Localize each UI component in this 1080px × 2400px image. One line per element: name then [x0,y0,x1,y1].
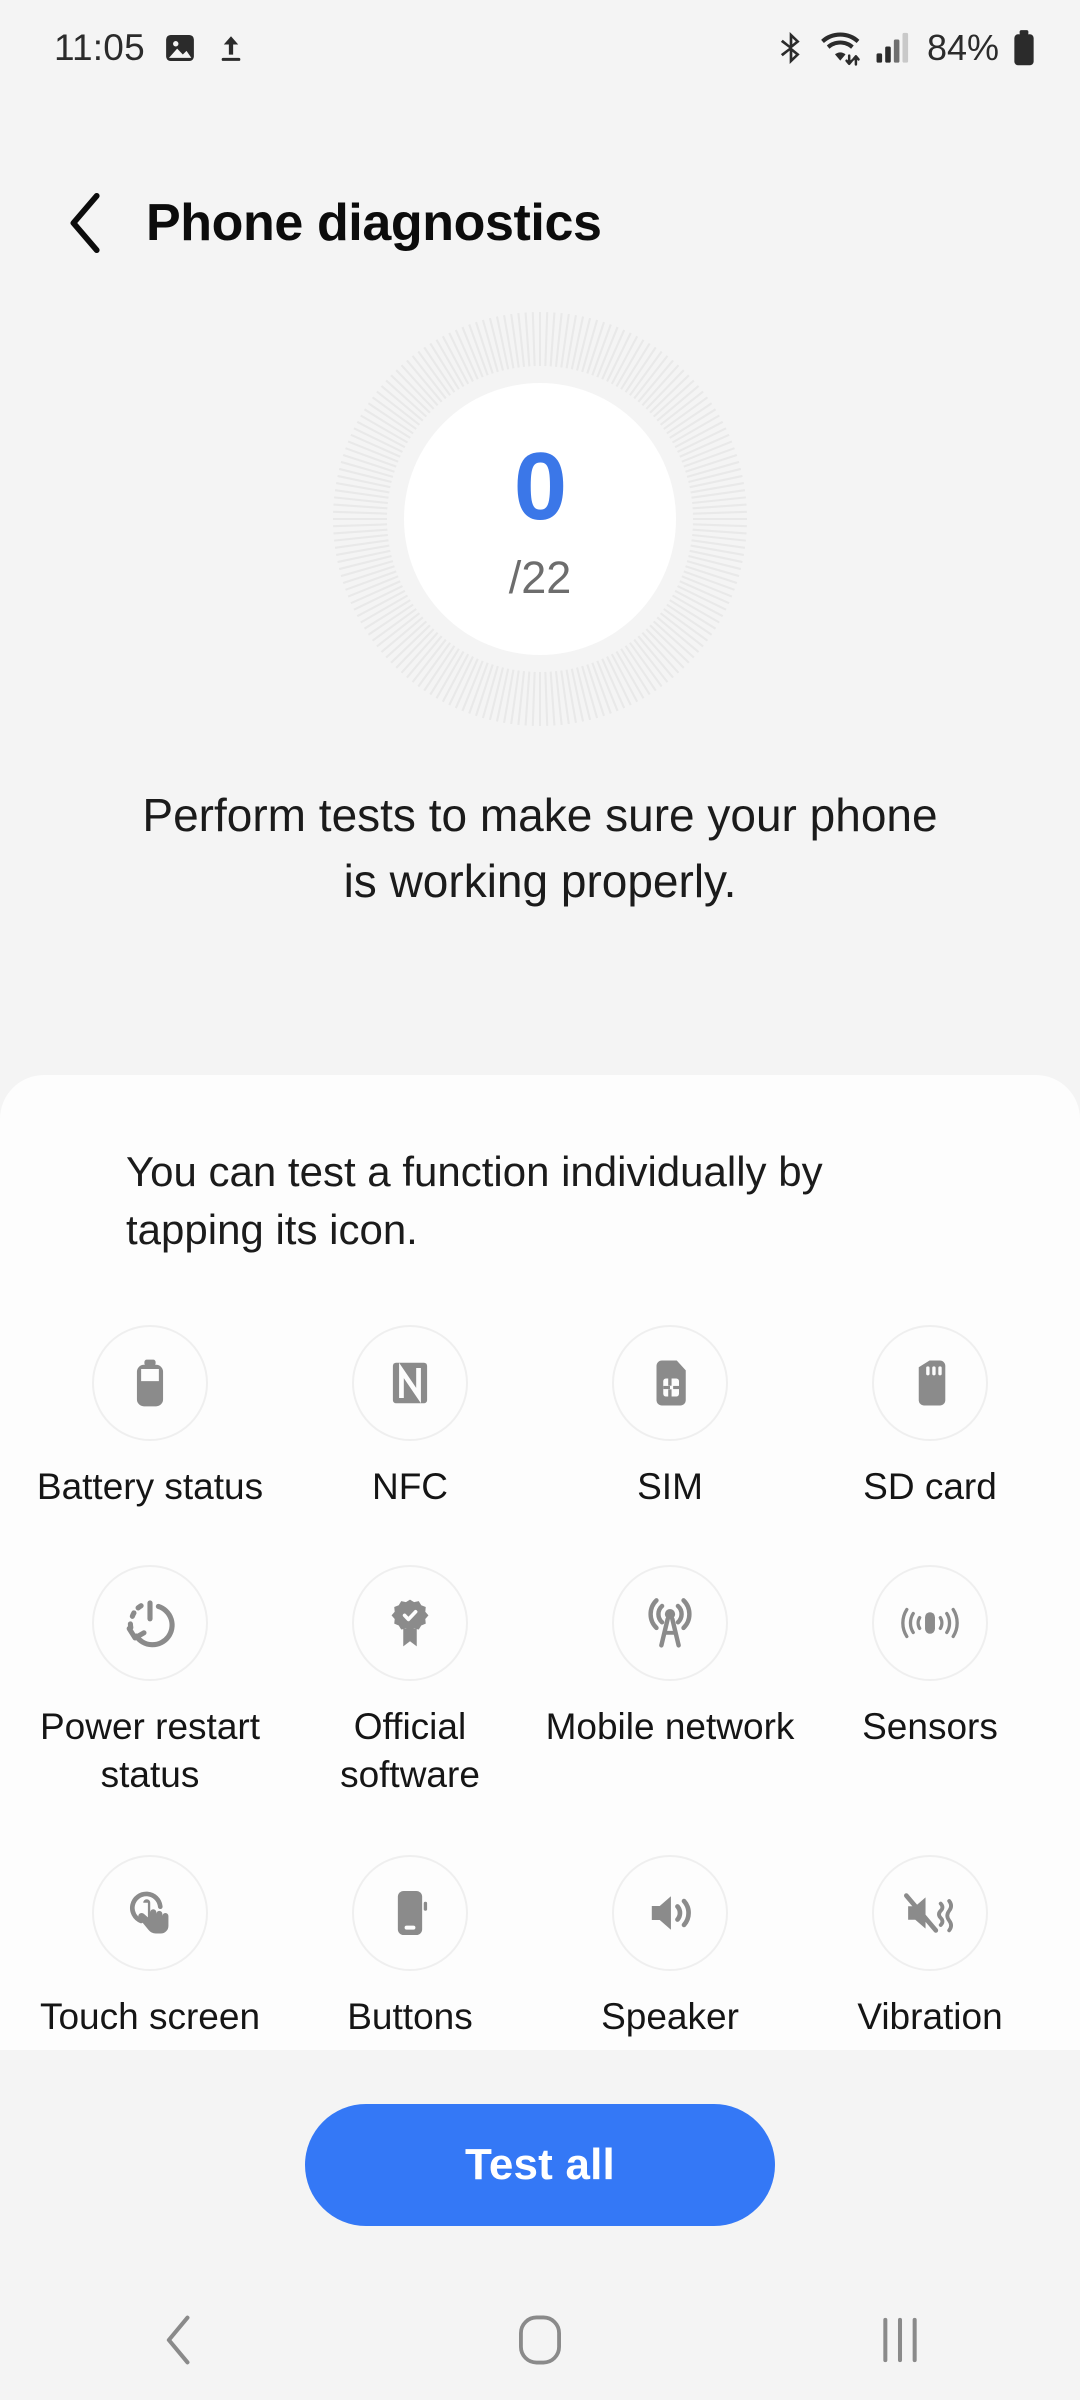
nav-home-icon [519,2315,561,2365]
page-title: Phone diagnostics [146,194,602,252]
test-icon-grid-row-1: Battery status NFC SIM SD card [0,1303,1080,1543]
test-item-label: Buttons [347,1996,473,2037]
image-icon [163,31,197,65]
chevron-left-icon [70,192,100,254]
test-item-buttons[interactable]: Buttons [280,1833,540,2073]
nav-recents-icon [883,2317,917,2363]
sd-card-icon[interactable] [872,1325,988,1441]
test-item-sensors[interactable]: Sensors [800,1543,1060,1833]
card-hint-text: You can test a function individually by … [126,1148,823,1253]
test-item-label: NFC [371,1466,449,1507]
test-item-official-software[interactable]: Official software [280,1543,540,1833]
system-navigation-bar [0,2280,1080,2400]
phone-button-icon[interactable] [352,1855,468,1971]
bluetooth-icon [775,29,807,67]
test-item-label: Sensors [862,1706,998,1747]
test-item-touch-screen[interactable]: Touch screen [20,1833,280,2073]
nav-home-button[interactable] [465,2280,615,2400]
status-bar-right: 84% [775,27,1036,69]
test-item-sim[interactable]: SIM [540,1303,800,1543]
test-item-label: Vibration [857,1996,1003,2037]
test-item-label: Power restart status [39,1706,260,1795]
nav-recents-button[interactable] [825,2280,975,2400]
test-item-vibration[interactable]: Vibration [800,1833,1060,2073]
gauge-center: 0 /22 [321,300,759,738]
nav-back-icon [166,2315,190,2365]
test-item-label: Battery status [36,1466,264,1507]
test-item-label: Official software [340,1706,480,1795]
test-item-speaker[interactable]: Speaker [540,1833,800,2073]
test-item-label: SIM [637,1466,703,1507]
sensors-icon[interactable] [872,1565,988,1681]
touch-hand-icon[interactable] [92,1855,208,1971]
test-item-label: SD card [863,1466,997,1507]
test-icon-grid-row-3: Touch screen Buttons Speaker Vibration [0,1833,1080,2073]
test-item-nfc[interactable]: NFC [280,1303,540,1543]
sim-card-icon[interactable] [612,1325,728,1441]
test-item-battery-status[interactable]: Battery status [20,1303,280,1543]
nfc-icon[interactable] [352,1325,468,1441]
function-test-card: You can test a function individually by … [0,1075,1080,2050]
antenna-tower-icon[interactable] [612,1565,728,1681]
test-item-label: Mobile network [545,1706,795,1747]
status-clock: 11:05 [54,27,145,68]
battery-icon [1012,29,1036,67]
wifi-icon [820,29,862,67]
nav-back-button[interactable] [105,2280,255,2400]
status-bar: 11:05 84% [0,0,1080,96]
diagnostics-description: Perform tests to make sure your phone is… [142,789,938,907]
battery-percent-label: 84% [926,27,999,68]
power-restart-icon[interactable] [92,1565,208,1681]
phone-screen: 11:05 84% Phone diagnostics 0 /22 Perfor… [0,0,1080,2400]
test-item-sd-card[interactable]: SD card [800,1303,1060,1543]
diagnostics-score-gauge: 0 /22 [0,300,1080,738]
footer-actions: Test all [0,2050,1080,2280]
signal-icon [875,31,909,65]
test-item-label: Touch screen [39,1996,261,2037]
certified-badge-icon[interactable] [352,1565,468,1681]
back-button[interactable] [56,192,118,254]
gauge-total-value: /22 [508,551,572,603]
speaker-icon[interactable] [612,1855,728,1971]
vibration-mute-icon[interactable] [872,1855,988,1971]
test-all-button[interactable]: Test all [305,2104,775,2226]
battery-status-icon[interactable] [92,1325,208,1441]
test-item-mobile-network[interactable]: Mobile network [540,1543,800,1833]
upload-icon [215,31,247,65]
test-item-label: Speaker [601,1996,739,2037]
gauge-score-value: 0 [513,432,567,540]
test-item-power-restart-status[interactable]: Power restart status [20,1543,280,1833]
test-icon-grid-row-2: Power restart status Official software Mob… [0,1543,1080,1833]
status-bar-left: 11:05 [54,27,247,69]
app-header: Phone diagnostics [0,168,1080,278]
